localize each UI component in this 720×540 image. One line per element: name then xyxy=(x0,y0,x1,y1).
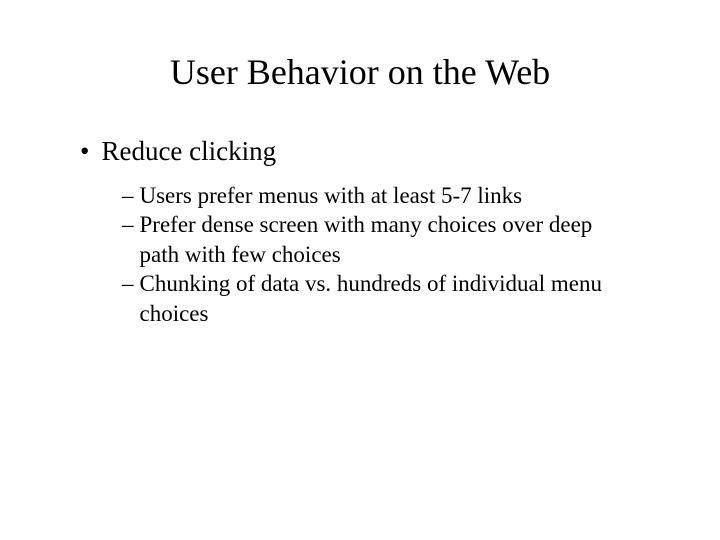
slide-title: User Behavior on the Web xyxy=(50,50,670,95)
dash-text: Chunking of data vs. hundreds of individ… xyxy=(140,269,631,328)
dash-marker: – xyxy=(122,181,134,210)
dash-marker: – xyxy=(122,269,134,328)
bullet-item: • Reduce clicking xyxy=(50,135,670,169)
dash-text: Users prefer menus with at least 5-7 lin… xyxy=(140,181,631,210)
dash-marker: – xyxy=(122,210,134,269)
bullet-marker: • xyxy=(80,135,89,169)
dash-list: – Users prefer menus with at least 5-7 l… xyxy=(50,181,670,328)
bullet-text: Reduce clicking xyxy=(101,135,276,169)
dash-item: – Chunking of data vs. hundreds of indiv… xyxy=(122,269,630,328)
dash-text: Prefer dense screen with many choices ov… xyxy=(140,210,631,269)
dash-item: – Users prefer menus with at least 5-7 l… xyxy=(122,181,630,210)
dash-item: – Prefer dense screen with many choices … xyxy=(122,210,630,269)
